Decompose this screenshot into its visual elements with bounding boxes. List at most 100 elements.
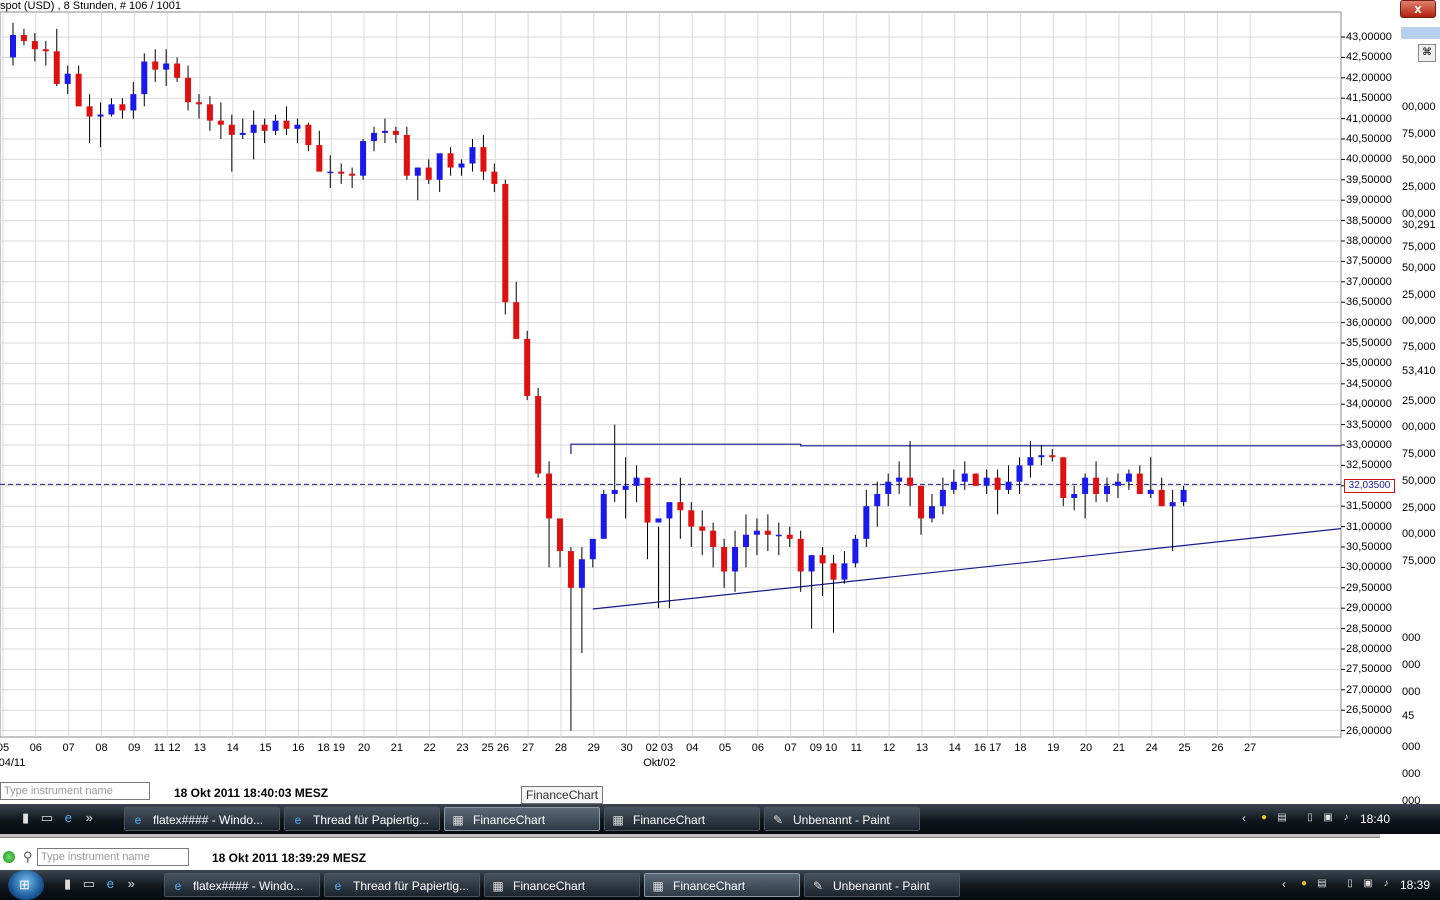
x-tick-label: 27: [1244, 742, 1257, 754]
candle-body: [578, 559, 585, 588]
tray-device-icon[interactable]: ▯: [1344, 878, 1356, 890]
candle-body: [546, 473, 553, 519]
candle-body: [644, 477, 651, 523]
candle-body: [524, 338, 531, 397]
tray-monitor-icon[interactable]: ▣: [1322, 812, 1334, 824]
tray-expand-icon[interactable]: ‹: [1282, 877, 1286, 891]
candle-body: [1038, 455, 1045, 458]
x-tick-label: 16: [292, 742, 305, 754]
folder-icon[interactable]: ▮: [22, 810, 29, 825]
volume-icon[interactable]: ♪: [1380, 878, 1392, 890]
candle-body: [119, 104, 126, 111]
x-tick-label: 02 03: [645, 742, 674, 754]
candle-body: [918, 485, 925, 519]
candle-body: [939, 489, 946, 507]
candle-body: [513, 302, 520, 339]
instrument-search-input[interactable]: Type instrument name: [0, 782, 150, 800]
right-panel-label: 00,000: [1402, 101, 1436, 113]
taskbar-item[interactable]: ✎ Unbenannt - Paint: [804, 873, 960, 897]
y-tick-label: 26,00000: [1346, 724, 1392, 737]
taskbar-clock[interactable]: 18:40: [1360, 804, 1390, 834]
chart-title: spot (USD) , 8 Stunden, # 106 / 1001: [0, 0, 182, 12]
tray-device-icon[interactable]: ▯: [1304, 812, 1316, 824]
candle-body: [20, 34, 27, 42]
candle-body: [174, 63, 181, 78]
x-tick-label: 24: [1145, 742, 1158, 754]
right-panel-label: 25,000: [1402, 395, 1436, 407]
right-panel-label: 000: [1402, 659, 1421, 671]
taskbar-item[interactable]: e Thread für Papiertig...: [324, 873, 480, 897]
y-tick-label: 28,50000: [1346, 622, 1392, 635]
tray-update-icon[interactable]: ●: [1258, 812, 1270, 824]
taskbar-clock[interactable]: 18:39: [1400, 870, 1430, 900]
taskbar-item-label: FinanceChart: [513, 879, 586, 893]
candle-body: [1093, 477, 1100, 494]
x-tick-label: 18: [1014, 742, 1027, 754]
right-panel-label: 50,000: [1402, 262, 1436, 274]
instrument-search-input-lower[interactable]: Type instrument name: [37, 848, 189, 866]
candlestick-chart: [0, 11, 1345, 738]
taskbar-item[interactable]: e flatex#### - Windo...: [164, 873, 320, 897]
candle-body: [458, 163, 465, 168]
candle-body: [371, 132, 378, 142]
tray-network-icon[interactable]: ▤: [1316, 878, 1328, 890]
y-tick-label: 30,00000: [1346, 561, 1392, 574]
candle-body: [896, 477, 903, 482]
candle-body: [283, 120, 290, 129]
tray-monitor-icon[interactable]: ▣: [1362, 878, 1374, 890]
candle-body: [1114, 481, 1121, 486]
candle-body: [381, 130, 388, 133]
taskbar-item[interactable]: ▦ FinanceChart: [644, 873, 800, 897]
y-tick-label: 26,50000: [1346, 704, 1392, 717]
tray-update-icon[interactable]: ●: [1298, 878, 1310, 890]
x-tick-label: 08: [95, 742, 108, 754]
y-tick-label: 27,50000: [1346, 663, 1392, 676]
tray-expand-icon[interactable]: ‹: [1242, 811, 1246, 825]
y-tick-label: 35,00000: [1346, 357, 1392, 370]
quick-launch-lower: ▮ ▭ e »: [64, 876, 135, 892]
x-tick-label: 15: [259, 742, 272, 754]
y-tick-label: 34,50000: [1346, 377, 1392, 390]
ie-icon[interactable]: e: [107, 876, 114, 891]
more-chevron-icon[interactable]: »: [86, 810, 93, 825]
volume-icon[interactable]: ♪: [1340, 812, 1352, 824]
taskbar-item[interactable]: ▦ FinanceChart: [484, 873, 640, 897]
desktop-icon[interactable]: ▭: [83, 876, 95, 891]
candle: [360, 139, 367, 180]
start-button[interactable]: ⊞: [8, 870, 44, 900]
y-tick-label: 36,50000: [1346, 296, 1392, 309]
chart-app-icon: ▦: [612, 813, 624, 827]
candle-body: [1071, 493, 1078, 499]
candle-body: [360, 141, 367, 176]
x-tick-label: 07: [62, 742, 75, 754]
candle-body: [403, 134, 410, 176]
taskbar-item[interactable]: ✎ Unbenannt - Paint: [764, 807, 920, 831]
taskbar-item[interactable]: ▦ FinanceChart: [444, 807, 600, 831]
y-tick-label: 34,00000: [1346, 398, 1392, 411]
panel-tool-button[interactable]: ⌘: [1418, 44, 1436, 62]
candle-body: [163, 63, 170, 70]
taskbar-item-label: FinanceChart: [673, 879, 746, 893]
candle-body: [491, 171, 498, 184]
candle-body: [502, 183, 509, 303]
right-panel-label: 00,000: [1402, 421, 1436, 433]
search-icon: ⚲: [23, 849, 33, 864]
ie-icon: e: [134, 813, 142, 827]
candle-body: [349, 173, 356, 176]
y-tick-label: 33,50000: [1346, 418, 1392, 431]
more-chevron-icon[interactable]: »: [128, 876, 135, 891]
taskbar-item[interactable]: e Thread für Papiertig...: [284, 807, 440, 831]
ie-icon[interactable]: e: [65, 810, 72, 825]
candle-body: [436, 153, 443, 180]
taskbar-item[interactable]: ▦ FinanceChart: [604, 807, 760, 831]
tray-network-icon[interactable]: ▤: [1276, 812, 1288, 824]
taskbar-item[interactable]: e flatex#### - Windo...: [124, 807, 280, 831]
y-tick-label: 29,00000: [1346, 602, 1392, 615]
right-panel-label: 25,000: [1402, 502, 1436, 514]
desktop-icon[interactable]: ▭: [41, 810, 53, 825]
folder-icon[interactable]: ▮: [64, 876, 71, 891]
candle-body: [206, 104, 213, 121]
datetime-display-lower: 18 Okt 2011 18:39:29 MESZ: [212, 851, 367, 865]
close-button[interactable]: x: [1400, 0, 1436, 18]
x-tick-label: 26: [1211, 742, 1224, 754]
